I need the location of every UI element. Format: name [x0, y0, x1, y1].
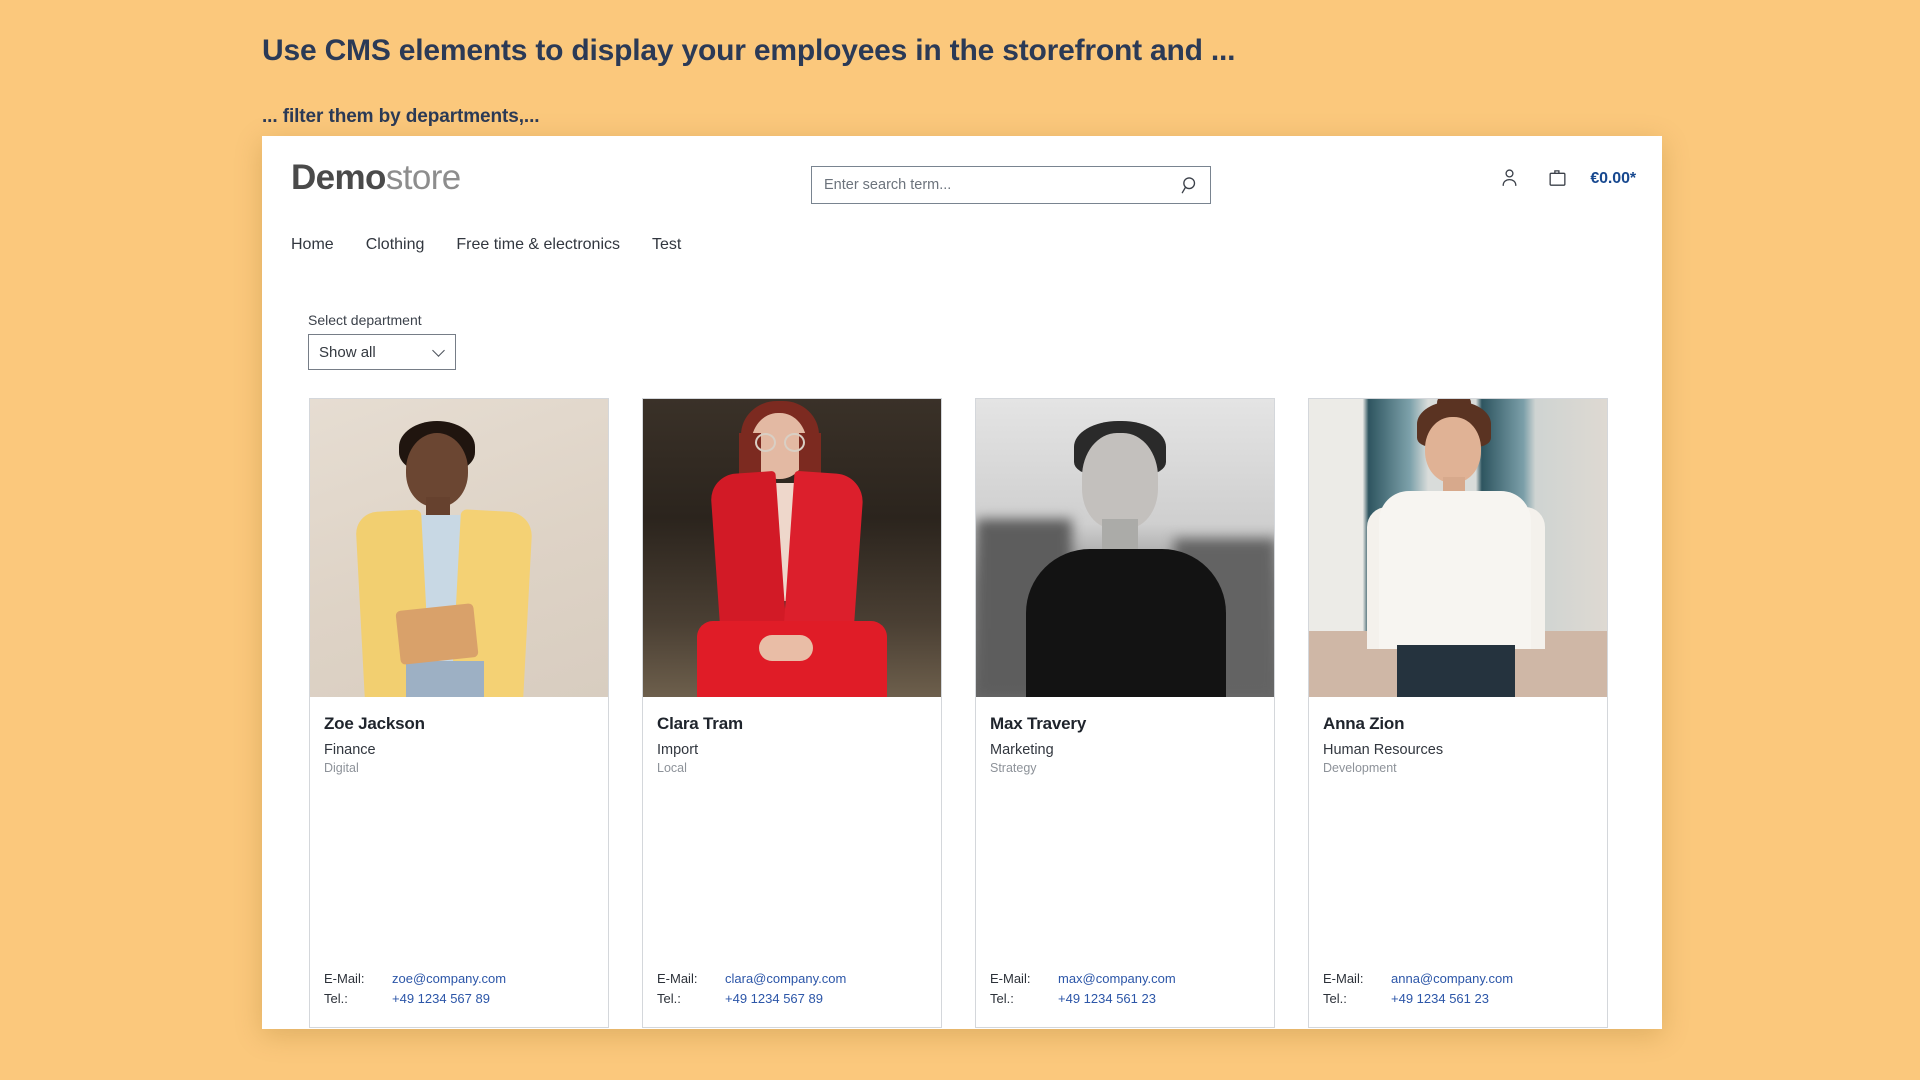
logo-light-text: store — [385, 158, 461, 197]
email-label: E-Mail: — [1323, 971, 1364, 986]
department-filter-label: Select department — [308, 312, 422, 328]
employee-name: Anna Zion — [1323, 714, 1405, 733]
employee-department: Import — [657, 742, 699, 758]
search-icon — [1181, 176, 1200, 195]
employee-department: Human Resources — [1323, 742, 1444, 758]
phone-label: Tel.: — [1323, 991, 1347, 1006]
employee-photo — [976, 399, 1274, 697]
employee-info: Clara Tram Import Local — [643, 697, 941, 971]
employee-contact: E-Mail: max@company.com Tel.: +49 1234 5… — [976, 971, 1274, 1027]
employee-contact: E-Mail: zoe@company.com Tel.: +49 1234 5… — [310, 971, 608, 1027]
cart-button[interactable] — [1542, 164, 1572, 194]
employee-phone-link[interactable]: +49 1234 567 89 — [392, 991, 490, 1006]
employee-email-link[interactable]: zoe@company.com — [392, 971, 506, 986]
employee-name: Max Travery — [990, 714, 1087, 733]
storefront-window: Demostore Enter search term... €0.00* Ho… — [262, 136, 1662, 1029]
main-navigation: Home Clothing Free time & electronics Te… — [262, 222, 1662, 268]
nav-item-test[interactable]: Test — [652, 236, 681, 254]
employee-email-link[interactable]: anna@company.com — [1391, 971, 1513, 986]
employee-contact: E-Mail: anna@company.com Tel.: +49 1234 … — [1309, 971, 1607, 1027]
employee-card[interactable]: Max Travery Marketing Strategy E-Mail: m… — [975, 398, 1275, 1028]
nav-item-clothing[interactable]: Clothing — [366, 236, 425, 254]
employee-email-row: E-Mail: clara@company.com — [657, 971, 927, 986]
employee-card[interactable]: Zoe Jackson Finance Digital E-Mail: zoe@… — [309, 398, 609, 1028]
employee-card[interactable]: Clara Tram Import Local E-Mail: clara@co… — [642, 398, 942, 1028]
search-input[interactable] — [812, 167, 1170, 203]
employee-info: Anna Zion Human Resources Development — [1309, 697, 1607, 971]
employee-phone-link[interactable]: +49 1234 567 89 — [725, 991, 823, 1006]
email-label: E-Mail: — [990, 971, 1031, 986]
department-select-value: Show all — [319, 343, 376, 361]
employee-phone-row: Tel.: +49 1234 561 23 — [990, 991, 1260, 1006]
employee-email-row: E-Mail: zoe@company.com — [324, 971, 594, 986]
phone-label: Tel.: — [324, 991, 348, 1006]
slide-canvas: Use CMS elements to display your employe… — [0, 0, 1920, 1080]
email-label: E-Mail: — [657, 971, 698, 986]
employee-photo — [1309, 399, 1607, 697]
employee-name: Zoe Jackson — [324, 714, 425, 733]
employee-phone-link[interactable]: +49 1234 561 23 — [1391, 991, 1489, 1006]
nav-item-free-time-electronics[interactable]: Free time & electronics — [456, 236, 620, 254]
logo-bold-text: Demo — [291, 158, 386, 197]
employee-subdepartment: Digital — [324, 761, 359, 776]
employee-info: Zoe Jackson Finance Digital — [310, 697, 608, 971]
header-actions: €0.00* — [1494, 164, 1636, 194]
employee-subdepartment: Strategy — [990, 761, 1037, 776]
employee-name: Clara Tram — [657, 714, 743, 733]
employee-phone-row: Tel.: +49 1234 567 89 — [324, 991, 594, 1006]
employee-email-link[interactable]: max@company.com — [1058, 971, 1176, 986]
email-label: E-Mail: — [324, 971, 365, 986]
nav-item-home[interactable]: Home — [291, 236, 334, 254]
employee-card-grid: Zoe Jackson Finance Digital E-Mail: zoe@… — [262, 370, 1662, 1028]
employee-department: Finance — [324, 742, 376, 758]
phone-label: Tel.: — [990, 991, 1014, 1006]
search-bar[interactable] — [811, 166, 1211, 204]
search-submit-button[interactable] — [1170, 167, 1210, 203]
department-select[interactable]: Show all — [308, 334, 456, 370]
employee-email-link[interactable]: clara@company.com — [725, 971, 846, 986]
employee-card[interactable]: Anna Zion Human Resources Development E-… — [1308, 398, 1608, 1028]
shop-header: Demostore Enter search term... €0.00* — [262, 136, 1662, 222]
employee-phone-link[interactable]: +49 1234 561 23 — [1058, 991, 1156, 1006]
employee-photo — [310, 399, 608, 697]
account-button[interactable] — [1494, 164, 1524, 194]
employee-email-row: E-Mail: max@company.com — [990, 971, 1260, 986]
employee-department: Marketing — [990, 742, 1054, 758]
slide-headline: Use CMS elements to display your employe… — [262, 34, 1236, 67]
shop-logo[interactable]: Demostore — [291, 160, 461, 195]
employee-phone-row: Tel.: +49 1234 561 23 — [1323, 991, 1593, 1006]
chevron-down-icon — [432, 344, 445, 357]
slide-subheadline: ... filter them by departments,... — [262, 106, 540, 127]
employee-email-row: E-Mail: anna@company.com — [1323, 971, 1593, 986]
cart-total-amount[interactable]: €0.00* — [1590, 170, 1636, 188]
employee-photo — [643, 399, 941, 697]
employee-info: Max Travery Marketing Strategy — [976, 697, 1274, 971]
employee-subdepartment: Local — [657, 761, 687, 776]
department-filter: Select department Show all — [262, 268, 1662, 370]
employee-contact: E-Mail: clara@company.com Tel.: +49 1234… — [643, 971, 941, 1027]
person-icon — [1499, 167, 1520, 191]
employee-subdepartment: Development — [1323, 761, 1397, 776]
shopping-bag-icon — [1547, 167, 1568, 191]
phone-label: Tel.: — [657, 991, 681, 1006]
employee-phone-row: Tel.: +49 1234 567 89 — [657, 991, 927, 1006]
